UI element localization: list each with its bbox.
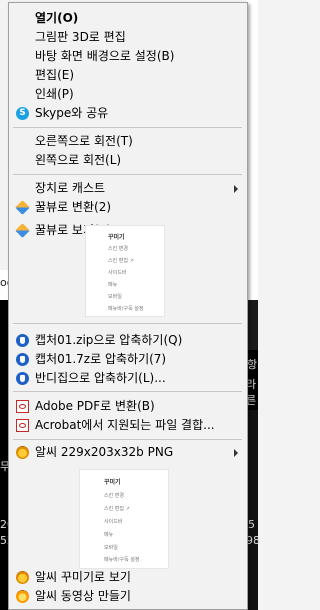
menu-item-edit[interactable]: 편집(E) [9, 66, 247, 85]
menu-item-label: 바탕 화면 배경으로 설정(B) [35, 49, 175, 63]
alsee-icon [16, 571, 29, 584]
menu-item-label: Skype와 공유 [35, 106, 109, 120]
menu-item-label: 캡처01.7z로 압축하기(7) [35, 352, 167, 366]
menu-item-label: 알씨 동영상 만들기 [35, 589, 131, 603]
menu-item-label: 알씨 229x203x32b PNG [35, 445, 174, 459]
thumbnail-line: 스킨 변경 [104, 493, 124, 499]
thumbnail-line: 모바일 [104, 545, 118, 551]
submenu-arrow-icon [234, 185, 238, 193]
image-thumbnail: 꾸미기 스킨 변경 스킨 편집 ↗ 사이드바 메뉴 모바일 메뉴바/구독 설정 [85, 225, 165, 317]
menu-item-label: 장치로 캐스트 [35, 181, 106, 195]
menu-item-cast-to-device[interactable]: 장치로 캐스트 [9, 179, 247, 198]
menu-item-alsee-movie[interactable]: 알씨 동영상 만들기 [9, 587, 247, 606]
thumbnail-title: 꾸미기 [108, 234, 125, 241]
alsee-movie-icon [16, 590, 29, 603]
thumbnail-line: 메뉴바/구독 설정 [104, 557, 140, 563]
menu-item-label: Acrobat에서 지원되는 파일 결합... [35, 418, 215, 432]
menu-separator [13, 391, 242, 392]
thumbnail-line: 스킨 편집 ↗ [108, 258, 134, 264]
context-menu: 열기(O) 그림판 3D로 편집 바탕 화면 배경으로 설정(B) 편집(E) … [8, 2, 248, 610]
pdf-icon [16, 419, 29, 432]
menu-item-alsee-info[interactable]: 알씨 229x203x32b PNG [9, 443, 247, 462]
thumbnail-line: 메뉴바/구독 설정 [108, 306, 144, 312]
menu-separator [13, 174, 242, 175]
menu-item-share-skype[interactable]: S Skype와 공유 [9, 104, 247, 123]
menu-item-label: 꿀뷰로 변환(2) [35, 200, 112, 214]
bandizip-icon [16, 334, 29, 347]
alsee-icon [16, 446, 29, 459]
menu-item-7z-compress[interactable]: 캡처01.7z로 압축하기(7) [9, 350, 247, 369]
menu-item-label: 그림판 3D로 편집 [35, 30, 126, 44]
menu-item-label: 캡처01.zip으로 압축하기(Q) [35, 333, 183, 347]
menu-item-zip-compress[interactable]: 캡처01.zip으로 압축하기(Q) [9, 331, 247, 350]
background-text: 98 [246, 534, 260, 547]
menu-item-set-wallpaper[interactable]: 바탕 화면 배경으로 설정(B) [9, 47, 247, 66]
bandizip-icon [16, 372, 29, 385]
background-text: 5 [248, 518, 255, 531]
background-text: 항 [247, 358, 258, 371]
thumbnail-line: 스킨 편집 ↗ [104, 506, 130, 512]
menu-item-acrobat-combine[interactable]: Acrobat에서 지원되는 파일 결합... [9, 416, 247, 435]
menu-item-convert-pdf[interactable]: Adobe PDF로 변환(B) [9, 397, 247, 416]
menu-separator [13, 439, 242, 440]
thumbnail-title: 꾸미기 [104, 479, 121, 486]
submenu-arrow-icon [234, 449, 238, 457]
skype-icon: S [16, 107, 29, 120]
menu-item-label: 왼쪽으로 회전(L) [35, 153, 122, 167]
menu-item-label: Adobe PDF로 변환(B) [35, 399, 155, 413]
menu-separator [13, 323, 242, 324]
menu-item-rotate-right[interactable]: 오른쪽으로 회전(T) [9, 132, 247, 151]
honeyview-icon [15, 223, 30, 238]
background-window [0, 300, 8, 610]
thumbnail-line: 사이드바 [108, 270, 127, 276]
bandizip-icon [16, 353, 29, 366]
thumbnail-line: 스킨 변경 [108, 246, 128, 252]
menu-separator [13, 127, 242, 128]
honeyview-icon [15, 200, 30, 215]
menu-item-honeyview-convert[interactable]: 꿀뷰로 변환(2) [9, 198, 247, 217]
thumbnail-line: 사이드바 [104, 519, 123, 525]
menu-item-label: 열기(O) [35, 11, 79, 25]
thumbnail-line: 메뉴 [104, 532, 114, 538]
menu-item-edit-paint3d[interactable]: 그림판 3D로 편집 [9, 28, 247, 47]
pdf-icon [16, 400, 29, 413]
thumbnail-line: 모바일 [108, 294, 122, 300]
menu-item-print[interactable]: 인쇄(P) [9, 85, 247, 104]
thumbnail-line: 메뉴 [108, 282, 118, 288]
menu-item-label: 편집(E) [35, 68, 75, 82]
image-thumbnail: 꾸미기 스킨 변경 스킨 편집 ↗ 사이드바 메뉴 모바일 메뉴바/구독 설정 [79, 469, 169, 569]
menu-item-label: 반디집으로 압축하기(L)... [35, 371, 166, 385]
menu-item-rotate-left[interactable]: 왼쪽으로 회전(L) [9, 151, 247, 170]
menu-item-bandizip-compress[interactable]: 반디집으로 압축하기(L)... [9, 369, 247, 388]
menu-item-alsee-decorate[interactable]: 알씨 꾸미기로 보기 [9, 568, 247, 587]
menu-item-label: 오른쪽으로 회전(T) [35, 134, 133, 148]
menu-item-label: 인쇄(P) [35, 87, 74, 101]
menu-item-label: 알씨 꾸미기로 보기 [35, 570, 131, 584]
menu-item-open[interactable]: 열기(O) [9, 9, 247, 28]
